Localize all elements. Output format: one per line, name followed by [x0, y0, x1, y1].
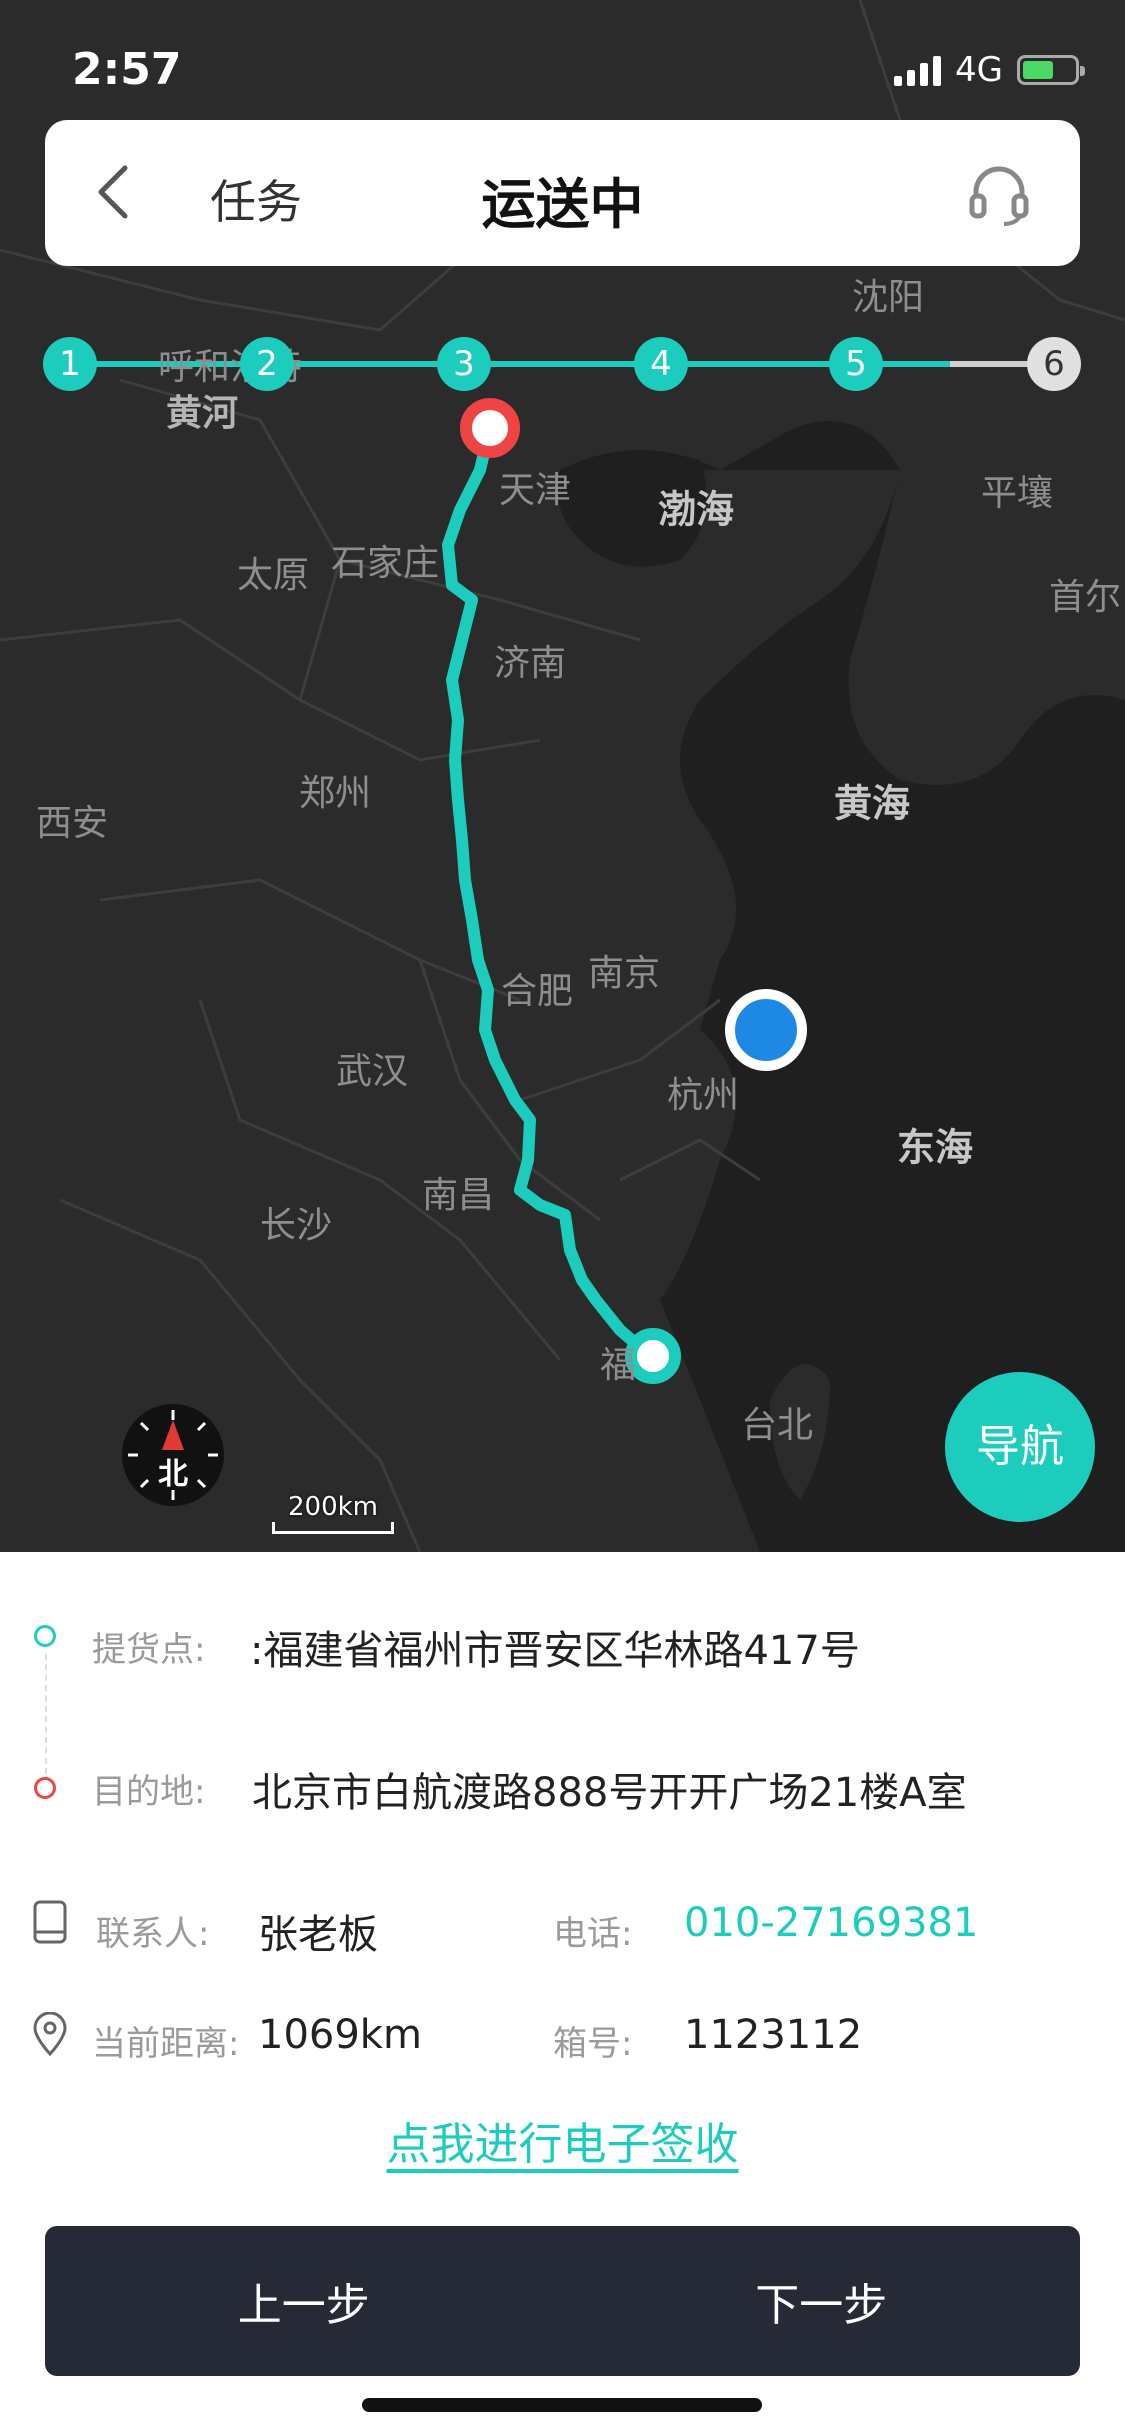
location-pin-icon [33, 2012, 67, 2056]
step-2: 2 [240, 337, 294, 391]
header-card: 任务 运送中 [45, 120, 1080, 266]
compass-icon[interactable]: 北 [120, 1402, 226, 1508]
city-label: 郑州 [298, 773, 372, 814]
destination-label: 目的地: [92, 1772, 206, 1812]
city-label: 首尔 [1048, 577, 1122, 618]
headset-icon[interactable] [964, 158, 1034, 228]
sea-label: 黄海 [833, 781, 911, 826]
pickup-label: 提货点: [92, 1630, 206, 1670]
box-number-value: 1123112 [684, 2012, 863, 2058]
city-label: 石家庄 [330, 543, 440, 584]
box-number-label: 箱号: [553, 2024, 633, 2064]
status-indicators: 4G [894, 50, 1085, 90]
step-3: 3 [437, 337, 491, 391]
destination-marker [460, 398, 520, 458]
city-label: 太原 [236, 555, 310, 596]
page-title: 运送中 [481, 173, 644, 236]
svg-text:北: 北 [158, 1457, 188, 1492]
city-label: 杭州 [666, 1075, 740, 1116]
e-signature-link-wrapper: 点我进行电子签收 [0, 2108, 1125, 2172]
current-location-marker [725, 989, 807, 1071]
city-label: 南昌 [421, 1175, 495, 1216]
city-label: 武汉 [335, 1051, 409, 1092]
city-label: 济南 [493, 643, 567, 684]
city-label: 台北 [740, 1405, 814, 1446]
contact-name: 张老板 [258, 1912, 378, 1958]
pickup-address: :福建省福州市晋安区华林路417号 [250, 1628, 860, 1674]
city-label: 西安 [35, 803, 109, 844]
city-label: 沈阳 [851, 277, 925, 318]
e-signature-link[interactable]: 点我进行电子签收 [387, 2119, 739, 2170]
next-step-button[interactable]: 下一步 [563, 2226, 1081, 2376]
pickup-marker [625, 1328, 681, 1384]
phone-label: 电话: [553, 1914, 633, 1954]
destination-address: 北京市白航渡路888号开开广场21楼A室 [252, 1770, 967, 1816]
route-connector [45, 1654, 47, 1774]
bottom-action-bar: 上一步 下一步 [45, 2226, 1080, 2376]
battery-icon [1017, 55, 1085, 85]
map-scale: 200km [272, 1492, 394, 1534]
sea-label: 东海 [896, 1125, 974, 1170]
pickup-dot-icon [34, 1625, 56, 1647]
city-label: 福 [599, 1345, 637, 1386]
step-5: 5 [829, 337, 883, 391]
previous-step-button[interactable]: 上一步 [45, 2226, 563, 2376]
destination-dot-icon [34, 1777, 56, 1799]
distance-label: 当前距离: [92, 2024, 240, 2064]
city-label: 黄河 [165, 393, 239, 434]
contact-label: 联系人: [96, 1914, 210, 1954]
phone-number-link[interactable]: 010-27169381 [684, 1900, 978, 1946]
sea-label: 渤海 [657, 487, 735, 532]
city-label: 长沙 [259, 1205, 333, 1246]
city-label: 合肥 [500, 971, 574, 1012]
step-1: 1 [43, 337, 97, 391]
status-time: 2:57 [72, 44, 182, 95]
signal-icon [894, 54, 942, 86]
city-label: 南京 [587, 953, 661, 994]
phone-device-icon [33, 1900, 67, 1944]
step-6: 6 [1027, 337, 1081, 391]
scale-label: 200km [287, 1492, 378, 1522]
navigate-button[interactable]: 导航 [945, 1372, 1095, 1522]
home-indicator [362, 2398, 762, 2412]
scale-bar [272, 1522, 394, 1534]
distance-value: 1069km [258, 2012, 422, 2058]
network-label: 4G [955, 50, 1003, 90]
step-4: 4 [634, 337, 688, 391]
route-map[interactable]: 呼和浩特 黄河 沈阳 天津 平壤 太原 石家庄 首尔 济南 郑州 西安 南京 合… [0, 0, 1125, 1552]
city-label: 平壤 [980, 473, 1054, 514]
city-label: 天津 [498, 470, 572, 511]
